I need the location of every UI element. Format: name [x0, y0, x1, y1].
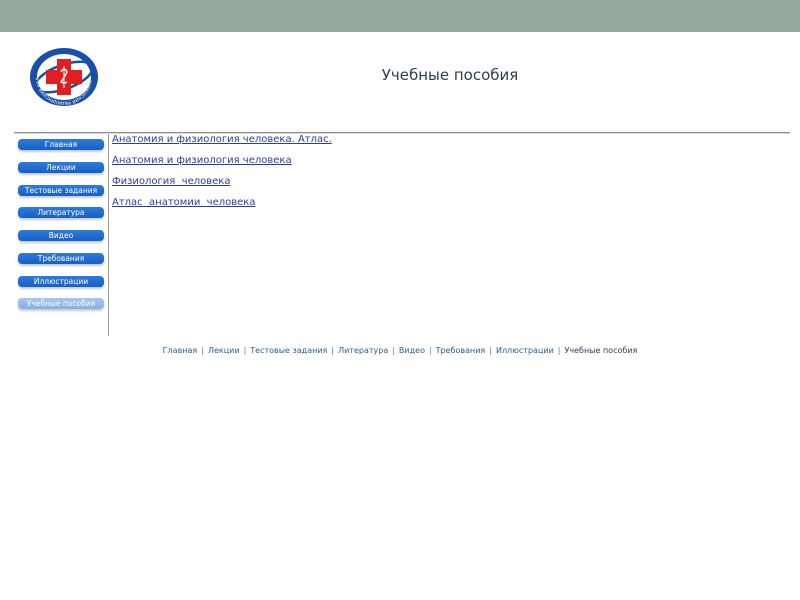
footer-separator: |: [201, 346, 204, 355]
footer-separator: |: [557, 346, 561, 355]
link-anatomy-physiology[interactable]: Анатомия и физиология человека: [112, 155, 292, 166]
link-human-physiology[interactable]: Физиология человека: [112, 176, 230, 187]
sidebar-item-literature[interactable]: Литература: [18, 207, 104, 218]
footer-link-video[interactable]: Видео: [399, 346, 425, 355]
footer-separator: |: [489, 346, 492, 355]
footer-link-home[interactable]: Главная: [163, 346, 198, 355]
sidebar-item-textbooks[interactable]: Учебные пособия: [18, 298, 104, 309]
page-title: Учебные пособия: [381, 66, 519, 84]
footer-separator: |: [243, 346, 247, 355]
top-bar: [0, 0, 800, 32]
footer-link-requirements[interactable]: Требования: [436, 346, 486, 355]
link-anatomy-physiology-atlas[interactable]: Анатомия и физиология человека. Атлас.: [112, 134, 332, 145]
medical-cross-emblem-icon: ЧУВАШСКИЙ МЕДИЦИНСКИЙ КОЛЛЕДЖ: [26, 42, 100, 108]
link-human-anatomy-atlas[interactable]: Атлас анатомии человека: [112, 197, 255, 208]
footer-separator: |: [428, 346, 432, 355]
footer-current-textbooks: Учебные пособия: [564, 346, 638, 355]
sidebar-nav: Главная Лекции Тестовые задания Литерату…: [14, 134, 109, 336]
footer-link-tests[interactable]: Тестовые задания: [250, 346, 327, 355]
sidebar-item-tests[interactable]: Тестовые задания: [18, 185, 104, 196]
sidebar-item-lectures[interactable]: Лекции: [18, 162, 104, 173]
sidebar-item-video[interactable]: Видео: [18, 230, 104, 241]
sidebar-item-requirements[interactable]: Требования: [18, 253, 104, 264]
footer-link-illustrations[interactable]: Иллюстрации: [496, 346, 554, 355]
footer-separator: |: [331, 346, 335, 355]
footer-nav: Главная | Лекции | Тестовые задания | Литерату…: [0, 346, 800, 355]
sidebar-item-illustrations[interactable]: Иллюстрации: [18, 276, 104, 287]
footer-link-literature[interactable]: Литература: [338, 346, 388, 355]
sidebar-item-home[interactable]: Главная: [18, 139, 104, 150]
footer-separator: |: [392, 346, 395, 355]
footer-link-lectures[interactable]: Лекции: [208, 346, 240, 355]
